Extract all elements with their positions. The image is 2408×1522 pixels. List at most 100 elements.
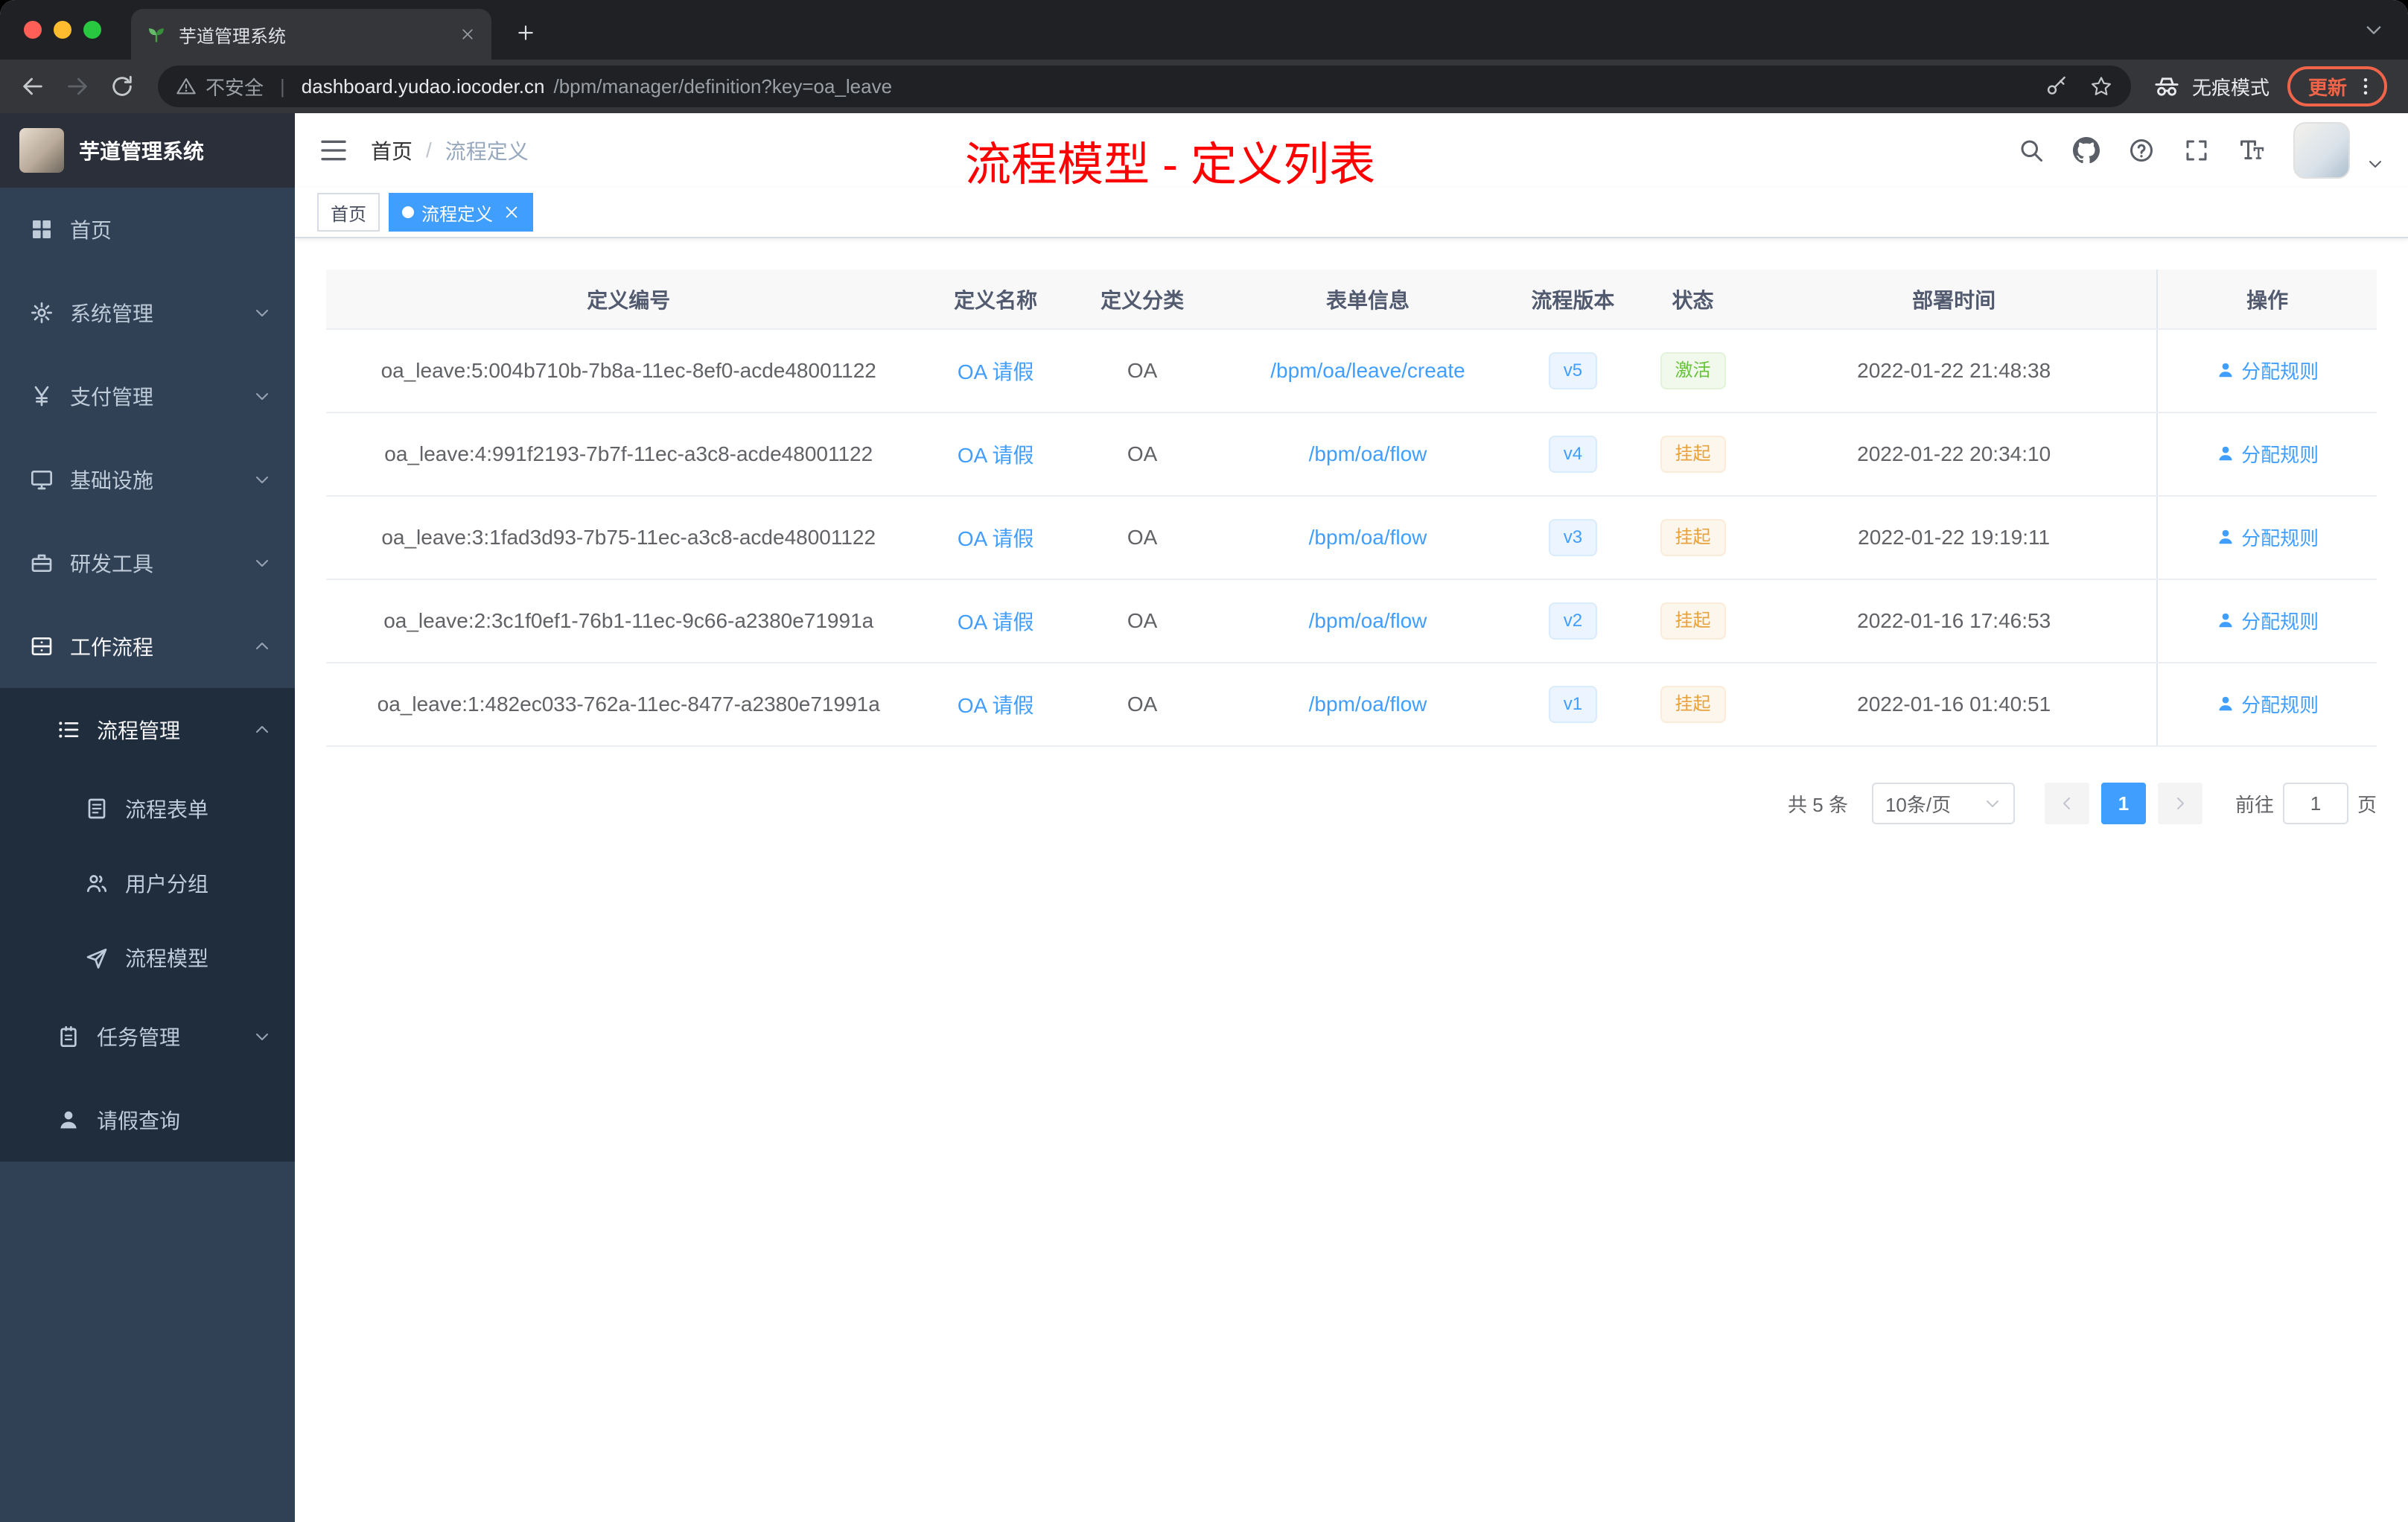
bookmark-star-icon[interactable] bbox=[2089, 74, 2113, 98]
sidebar-item-system-management[interactable]: 系统管理 bbox=[0, 271, 295, 354]
window-minimize-button[interactable] bbox=[54, 21, 71, 39]
assign-rule-link[interactable]: 分配规则 bbox=[2216, 523, 2319, 551]
back-button[interactable] bbox=[12, 66, 54, 107]
new-tab-button[interactable] bbox=[506, 13, 545, 52]
assign-rule-link[interactable]: 分配规则 bbox=[2216, 440, 2319, 468]
assign-rule-link[interactable]: 分配规则 bbox=[2216, 357, 2319, 384]
user-group-icon bbox=[85, 871, 109, 895]
caret-down-icon[interactable] bbox=[2366, 155, 2384, 173]
sidebar-item-process-management[interactable]: 流程管理 bbox=[0, 688, 295, 771]
column-header-action: 操作 bbox=[2156, 270, 2377, 330]
sidebar-menu: 首页 系统管理 支付管理基础设施研发工具工作流程 流程管理 流程表单 用户分组 流程模型任务… bbox=[0, 188, 295, 1522]
cell-text: oa_leave:3:1fad3d93-7b75-11ec-a3c8-acde4… bbox=[381, 526, 876, 549]
sidebar-item-task-management[interactable]: 任务管理 bbox=[0, 995, 295, 1078]
column-header-name: 定义名称 bbox=[931, 270, 1060, 330]
cell-text: oa_leave:2:3c1f0ef1-76b1-11ec-9c66-a2380… bbox=[383, 609, 874, 632]
forward-button[interactable] bbox=[57, 66, 98, 107]
window-controls bbox=[0, 21, 131, 39]
assign-rule-link[interactable]: 分配规则 bbox=[2216, 607, 2319, 634]
tag-close-icon[interactable] bbox=[503, 204, 520, 220]
sidebar-item-leave-query[interactable]: 请假查询 bbox=[0, 1078, 295, 1162]
reload-button[interactable] bbox=[101, 66, 143, 107]
cell-id: oa_leave:2:3c1f0ef1-76b1-11ec-9c66-a2380… bbox=[326, 579, 931, 663]
sidebar-item-label: 基础设施 bbox=[70, 469, 154, 492]
form-info-link[interactable]: /bpm/oa/leave/create bbox=[1270, 359, 1465, 382]
breadcrumb-home[interactable]: 首页 bbox=[371, 136, 413, 165]
annotation-overlay: 流程模型 - 定义列表 bbox=[965, 139, 1376, 191]
reload-icon bbox=[109, 74, 135, 99]
not-secure-warning-icon[interactable] bbox=[176, 76, 197, 97]
tab-search-icon[interactable] bbox=[2363, 19, 2384, 40]
sidebar-item-workflow[interactable]: 工作流程 bbox=[0, 605, 295, 688]
user-icon bbox=[2216, 527, 2235, 547]
definition-name-link[interactable]: OA 请假 bbox=[958, 527, 1034, 550]
page-size-select[interactable]: 10条/页 bbox=[1871, 783, 2015, 824]
tab-close-icon[interactable] bbox=[456, 22, 480, 46]
search-icon[interactable] bbox=[2018, 137, 2045, 164]
sidebar-item-user-group[interactable]: 用户分组 bbox=[0, 846, 295, 920]
definition-name-link[interactable]: OA 请假 bbox=[958, 444, 1034, 467]
cell-text: 2022-01-22 19:19:11 bbox=[1858, 526, 2051, 549]
next-page-button[interactable] bbox=[2157, 783, 2202, 824]
avatar[interactable] bbox=[2293, 122, 2350, 179]
table-row: oa_leave:4:991f2193-7b7f-11ec-a3c8-acde4… bbox=[326, 413, 2377, 497]
cell-text: 2022-01-16 17:46:53 bbox=[1857, 609, 2051, 632]
sidebar-item-process-form[interactable]: 流程表单 bbox=[0, 771, 295, 846]
definition-name-link[interactable]: OA 请假 bbox=[958, 360, 1034, 383]
back-icon bbox=[20, 74, 45, 99]
fullscreen-icon[interactable] bbox=[2183, 137, 2210, 164]
assign-rule-link[interactable]: 分配规则 bbox=[2216, 690, 2319, 718]
github-icon[interactable] bbox=[2073, 137, 2100, 164]
cell-category: OA bbox=[1060, 329, 1225, 413]
cell-category: OA bbox=[1060, 663, 1225, 747]
browser-menu-icon[interactable] bbox=[2354, 75, 2377, 98]
tab-title: 芋道管理系统 bbox=[179, 26, 286, 47]
tag-home[interactable]: 首页 bbox=[317, 193, 380, 232]
cell-text: OA bbox=[1127, 442, 1158, 465]
window-zoom-button[interactable] bbox=[83, 21, 101, 39]
tag-process-definition[interactable]: 流程定义 bbox=[389, 193, 533, 232]
pagination: 共 5 条 10条/页 1 前往 页 bbox=[326, 783, 2377, 824]
breadcrumb-separator: / bbox=[426, 138, 432, 162]
app-page: 芋道管理系统 首页 系统管理 支付管理 基础设施 研发工具 工作流程 流程管理 流程表单 用户分… bbox=[0, 113, 2408, 1522]
sidebar-item-infrastructure[interactable]: 基础设施 bbox=[0, 438, 295, 521]
font-size-icon[interactable] bbox=[2238, 137, 2265, 164]
sidebar-item-payment-management[interactable]: 支付管理 bbox=[0, 354, 295, 438]
password-key-icon[interactable] bbox=[2045, 74, 2068, 98]
version-tag: v4 bbox=[1548, 436, 1598, 473]
chevron-up-icon bbox=[253, 637, 271, 655]
plus-icon bbox=[516, 23, 535, 42]
form-info-link[interactable]: /bpm/oa/flow bbox=[1309, 692, 1427, 716]
form-info-link[interactable]: /bpm/oa/flow bbox=[1309, 442, 1427, 465]
cell-id: oa_leave:4:991f2193-7b7f-11ec-a3c8-acde4… bbox=[326, 413, 931, 497]
browser-window: 芋道管理系统 不安全 | dashboard.yudao.iocoder.cn /… bbox=[0, 0, 2408, 1522]
column-header-deploy_time: 部署时间 bbox=[1751, 270, 2158, 330]
sidebar-item-dev-tools[interactable]: 研发工具 bbox=[0, 521, 295, 605]
chrome-update-button[interactable]: 更新 bbox=[2287, 66, 2387, 106]
toolbox-icon bbox=[30, 551, 54, 575]
form-info-link[interactable]: /bpm/oa/flow bbox=[1309, 609, 1427, 632]
sidebar-item-home[interactable]: 首页 bbox=[0, 188, 295, 271]
page-number-button[interactable]: 1 bbox=[2100, 783, 2146, 824]
sidebar-collapse-button[interactable] bbox=[319, 136, 348, 165]
sidebar-item-process-model[interactable]: 流程模型 bbox=[0, 920, 295, 995]
table-row: oa_leave:1:482ec033-762a-11ec-8477-a2380… bbox=[326, 663, 2377, 747]
user-icon bbox=[2216, 611, 2235, 630]
browser-toolbar: 不安全 | dashboard.yudao.iocoder.cn/bpm/man… bbox=[0, 60, 2408, 113]
form-info-link[interactable]: /bpm/oa/flow bbox=[1309, 526, 1427, 549]
window-close-button[interactable] bbox=[24, 21, 42, 39]
question-icon[interactable] bbox=[2128, 137, 2155, 164]
definition-name-link[interactable]: OA 请假 bbox=[958, 694, 1034, 717]
goto-page-input[interactable] bbox=[2282, 783, 2348, 824]
url-bar[interactable]: 不安全 | dashboard.yudao.iocoder.cn/bpm/man… bbox=[158, 66, 2131, 107]
sidebar-item-label: 任务管理 bbox=[97, 1026, 181, 1049]
cell-version: v5 bbox=[1511, 329, 1635, 413]
prev-page-button[interactable] bbox=[2044, 783, 2089, 824]
forward-icon bbox=[65, 74, 90, 99]
browser-tab-strip: 芋道管理系统 bbox=[0, 0, 2408, 60]
browser-tab[interactable]: 芋道管理系统 bbox=[131, 9, 491, 60]
sidebar-item-label: 研发工具 bbox=[70, 553, 154, 576]
sidebar-logo[interactable]: 芋道管理系统 bbox=[0, 113, 295, 188]
definition-name-link[interactable]: OA 请假 bbox=[958, 611, 1034, 634]
security-label: 不安全 bbox=[206, 76, 264, 99]
